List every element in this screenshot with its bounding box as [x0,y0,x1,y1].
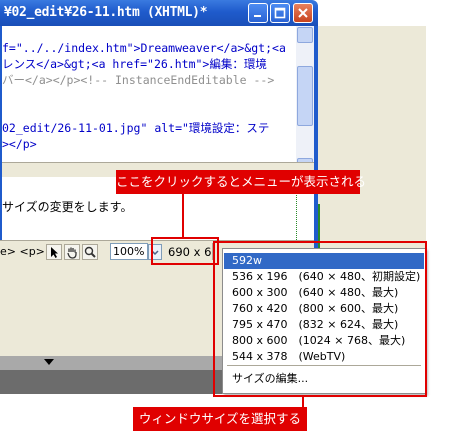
minimize-button[interactable] [248,3,268,23]
maximize-icon [274,7,286,19]
close-button[interactable] [293,3,313,23]
scroll-up-button[interactable] [297,27,313,43]
code-line: 02_edit/26-11-01.jpg" alt="環境設定：ステ [2,121,270,135]
code-line: ></p> [2,137,37,151]
code-view[interactable]: f="../../index.htm">Dreamweaver</a>&gt;<… [2,26,296,162]
zoom-tool-icon[interactable] [82,244,98,260]
tag-selector[interactable]: e> <p> [0,245,45,258]
code-scrollbar[interactable] [296,26,314,176]
title-bar: ¥02_edit¥26-11.htm (XHTML)* [0,0,318,26]
callout-bottom: ウィンドウサイズを選択する [133,407,307,431]
menu-highlight-box [213,241,427,397]
callout-pointer [182,192,184,238]
scroll-thumb[interactable] [297,66,313,126]
code-line: f="../../index.htm">Dreamweaver</a>&gt;<… [2,41,286,55]
maximize-button[interactable] [270,3,290,23]
window-title: ¥02_edit¥26-11.htm (XHTML)* [4,5,208,20]
minimize-icon [254,15,261,17]
size-highlight-box [151,237,219,265]
close-icon [298,8,308,18]
collapse-arrow-icon[interactable] [44,359,54,365]
hand-tool-icon[interactable] [64,244,80,260]
code-line: レンス</a>&gt;<a href="26.htm">編集：環境 [2,57,267,71]
design-text: サイズの変更をします。 [2,200,133,214]
pointer-tool-icon[interactable] [46,244,62,260]
code-line: バー</a></p><!-- InstanceEndEditable --> [2,73,275,87]
zoom-select[interactable]: 100% [110,243,148,260]
callout-top: ここをクリックするとメニューが表示される [116,170,366,194]
